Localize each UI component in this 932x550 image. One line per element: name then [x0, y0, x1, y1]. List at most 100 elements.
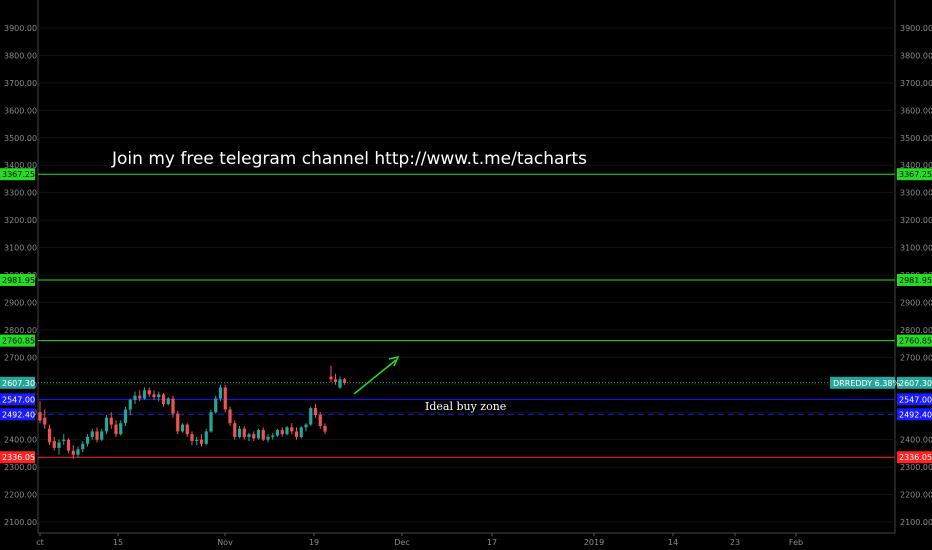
candle-body[interactable]	[338, 379, 342, 388]
y-tick-label: 2700.00	[4, 353, 37, 362]
candle-body[interactable]	[95, 431, 99, 440]
price-badge-text: 2336.05	[899, 453, 932, 462]
candle-body[interactable]	[38, 412, 42, 421]
candle-body[interactable]	[138, 395, 142, 399]
candle-body[interactable]	[261, 430, 265, 440]
y-tick-label: 3800.00	[900, 51, 932, 60]
candle-body[interactable]	[66, 439, 71, 451]
candle-body[interactable]	[195, 439, 199, 442]
price-chart[interactable]: 2100.002200.002300.002400.002500.002600.…	[0, 0, 932, 550]
candle-body[interactable]	[185, 424, 189, 435]
candle-body[interactable]	[109, 417, 113, 425]
x-tick-label: 19	[309, 538, 319, 547]
price-badge-text: 2547.00	[2, 395, 35, 404]
candle-body[interactable]	[62, 439, 66, 442]
candle-body[interactable]	[280, 430, 284, 435]
y-tick-label: 3200.00	[900, 216, 932, 225]
candle-body[interactable]	[214, 398, 218, 413]
candle-body[interactable]	[242, 428, 246, 437]
candle-body[interactable]	[142, 390, 147, 399]
y-tick-label: 2400.00	[900, 436, 932, 445]
candle-body[interactable]	[71, 450, 75, 455]
candle-body[interactable]	[228, 409, 232, 424]
x-tick-label: 15	[113, 538, 123, 547]
candle-body[interactable]	[299, 427, 303, 437]
candle-body[interactable]	[209, 412, 213, 432]
y-tick-label: 3300.00	[4, 189, 37, 198]
candle-body[interactable]	[104, 417, 109, 432]
candle-body[interactable]	[233, 423, 237, 437]
candle-body[interactable]	[318, 414, 322, 426]
price-badge-text: 2607.30	[899, 379, 932, 388]
candle-body[interactable]	[166, 398, 170, 404]
candle-body[interactable]	[190, 434, 194, 442]
candle-body[interactable]	[147, 390, 151, 395]
y-tick-label: 2100.00	[4, 518, 37, 527]
y-tick-label: 2800.00	[900, 326, 932, 335]
y-tick-label: 3500.00	[4, 134, 37, 143]
candle-body[interactable]	[52, 441, 56, 448]
candle-body[interactable]	[114, 424, 118, 435]
candle-body[interactable]	[309, 408, 313, 425]
candle-body[interactable]	[43, 417, 47, 425]
candle-body[interactable]	[176, 413, 180, 432]
candle-body[interactable]	[294, 431, 299, 437]
candle-body[interactable]	[271, 435, 275, 437]
x-tick-label: ct	[36, 538, 44, 547]
candle-body[interactable]	[342, 379, 347, 383]
candle-body[interactable]	[171, 398, 175, 414]
y-tick-label: 3100.00	[4, 244, 37, 253]
telegram-annotation[interactable]: Join my free telegram channel http://www…	[111, 149, 587, 169]
candle-body[interactable]	[247, 434, 251, 437]
candle-body[interactable]	[285, 427, 289, 435]
candle-body[interactable]	[152, 394, 156, 398]
candle-body[interactable]	[199, 439, 204, 444]
price-badge-text: 2547.00	[899, 395, 932, 404]
candle-body[interactable]	[237, 428, 242, 437]
y-tick-label: 2200.00	[900, 491, 932, 500]
x-tick-label: Dec	[394, 538, 409, 547]
candle-body[interactable]	[128, 399, 132, 410]
candle-body[interactable]	[266, 436, 270, 440]
y-tick-label: 3600.00	[900, 106, 932, 115]
x-tick-label: 2019	[584, 538, 604, 547]
candle-body[interactable]	[313, 408, 318, 415]
candle-body[interactable]	[256, 430, 261, 439]
candle-body[interactable]	[76, 449, 80, 455]
candle-body[interactable]	[85, 436, 90, 444]
buy-zone-label[interactable]: Ideal buy zone	[425, 400, 506, 413]
candle-body[interactable]	[119, 423, 123, 435]
candle-body[interactable]	[329, 376, 333, 380]
candle-body[interactable]	[252, 434, 256, 439]
y-tick-label: 3200.00	[4, 216, 37, 225]
candle-body[interactable]	[180, 424, 185, 432]
y-tick-label: 2300.00	[900, 463, 932, 472]
candle-body[interactable]	[223, 387, 227, 410]
y-tick-label: 3800.00	[4, 51, 37, 60]
candle-body[interactable]	[90, 431, 94, 437]
candle-body[interactable]	[290, 427, 294, 432]
y-tick-label: 2700.00	[900, 353, 932, 362]
candle-body[interactable]	[47, 428, 52, 443]
y-tick-label: 2100.00	[900, 518, 932, 527]
price-badge-text: 2607.30	[2, 379, 35, 388]
candle-body[interactable]	[123, 409, 128, 424]
price-badge-text: 3367.25	[899, 170, 932, 179]
candle-body[interactable]	[157, 394, 161, 398]
candle-body[interactable]	[218, 387, 223, 399]
candle-body[interactable]	[100, 431, 104, 440]
candle-body[interactable]	[133, 395, 137, 400]
candle-body[interactable]	[304, 424, 308, 428]
y-tick-label: 3900.00	[4, 24, 37, 33]
price-badge-text: 2492.40	[899, 410, 932, 419]
candle-body[interactable]	[204, 431, 208, 444]
candle-body[interactable]	[161, 394, 166, 404]
y-tick-label: 2900.00	[900, 298, 932, 307]
candle-body[interactable]	[57, 442, 61, 448]
x-tick-label: Nov	[217, 538, 233, 547]
candle-body[interactable]	[333, 379, 338, 383]
candle-body[interactable]	[275, 430, 280, 436]
candle-body[interactable]	[323, 425, 327, 432]
x-tick-label: 17	[487, 538, 497, 547]
candle-body[interactable]	[81, 443, 85, 450]
